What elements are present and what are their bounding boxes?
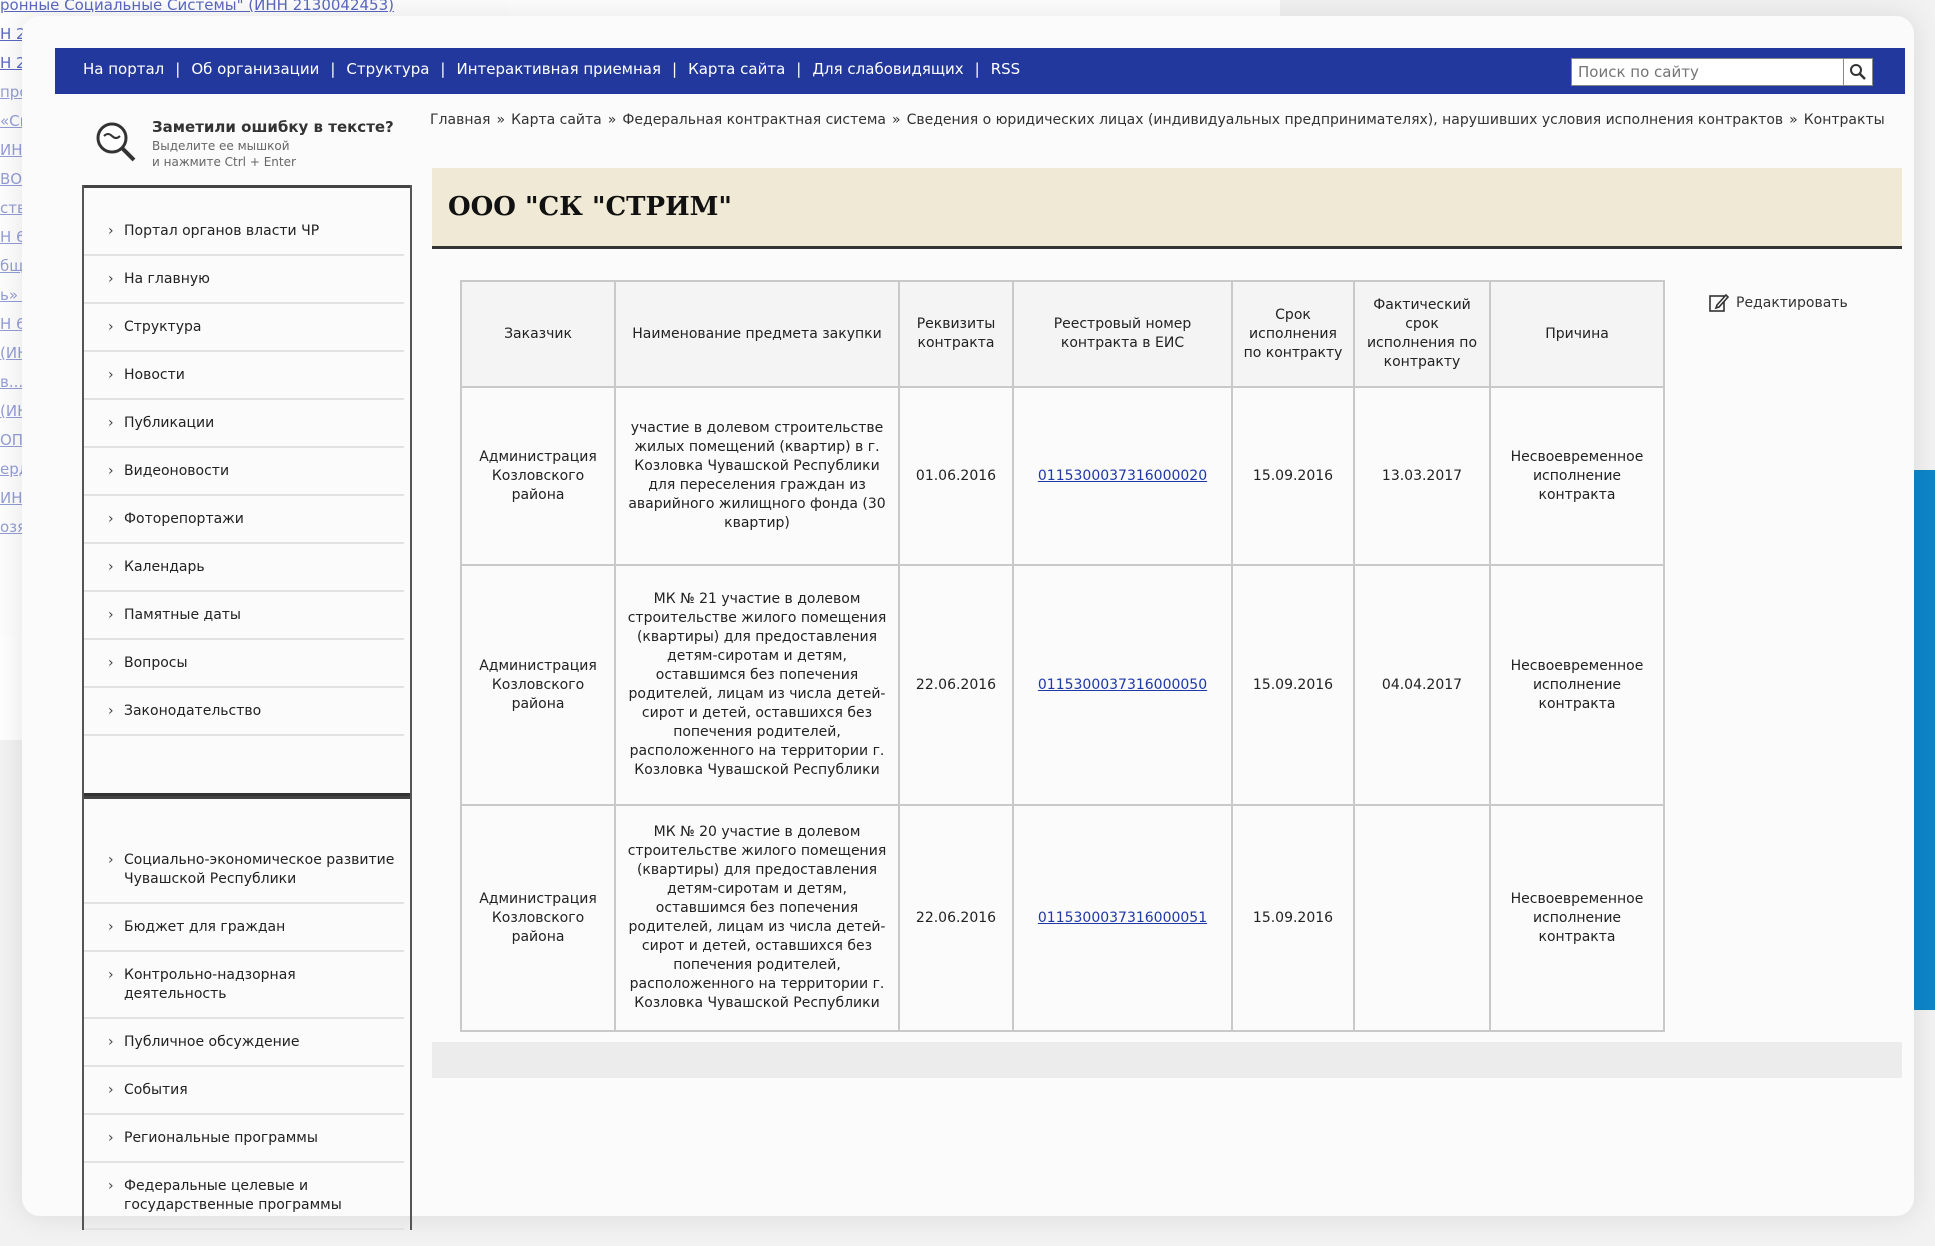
breadcrumb-separator: » xyxy=(1789,112,1798,128)
sidebar: Портал органов власти ЧРНа главнуюСтрукт… xyxy=(82,185,412,1230)
table-cell-reg-number: 0115300037316000050 xyxy=(1012,564,1233,806)
column-header-registry-number: Реестровый номер контракта в ЕИС xyxy=(1012,280,1233,388)
nav-structure[interactable]: Структура xyxy=(346,60,429,78)
edit-label: Редактировать xyxy=(1736,295,1848,311)
table-cell-reason: Несвоевременное исполнение контракта xyxy=(1489,564,1665,806)
sidebar-menu-programs: Социально-экономическое развитие Чувашск… xyxy=(84,796,410,1230)
table-row: Администрация Козловского района МК № 20 … xyxy=(460,804,1665,1032)
nav-portal[interactable]: На портал xyxy=(83,60,164,78)
table-header-row: Заказчик Наименование предмета закупки Р… xyxy=(460,280,1665,388)
typo-notice-text: Выделите ее мышкой и нажмите Ctrl + Ente… xyxy=(152,139,296,169)
background-link: ронные Социальные Системы" (ИНН 21300424… xyxy=(0,0,394,14)
contracts-table: Заказчик Наименование предмета закупки Р… xyxy=(460,280,1665,1032)
registry-number-link[interactable]: 0115300037316000020 xyxy=(1038,468,1207,484)
table-cell-due: 15.09.2016 xyxy=(1231,564,1355,806)
breadcrumb: Главная » Карта сайта » Федеральная контракт… xyxy=(430,110,1900,130)
sidebar-menu-main: Портал органов власти ЧРНа главнуюСтрукт… xyxy=(84,185,410,796)
top-navigation-bar: На портал | Об организации | Структура |… xyxy=(55,48,1905,94)
table-cell-subject: МК № 21 участие в долевом строительстве … xyxy=(614,564,900,806)
breadcrumb-link[interactable]: Контракты xyxy=(1804,112,1885,128)
table-cell-actual: 04.04.2017 xyxy=(1353,564,1491,806)
sidebar-item[interactable]: События xyxy=(84,1067,404,1115)
nav-separator: | xyxy=(796,60,802,78)
typo-notice: Заметили ошибку в тексте? Выделите ее мы… xyxy=(90,118,410,178)
table-cell-due: 15.09.2016 xyxy=(1231,804,1355,1032)
breadcrumb-link[interactable]: Сведения о юридических лицах (индивидуал… xyxy=(907,112,1784,128)
page-title-box: ООО "СК "СТРИМ" xyxy=(432,168,1902,249)
table-row: Администрация Козловского района МК № 21 … xyxy=(460,564,1665,806)
table-cell-subject: участие в долевом строительстве жилых по… xyxy=(614,386,900,566)
content-footer-strip xyxy=(432,1042,1902,1078)
column-header-contract-details: Реквизиты контракта xyxy=(898,280,1014,388)
breadcrumb-separator: » xyxy=(496,112,506,128)
nav-sitemap[interactable]: Карта сайта xyxy=(688,60,785,78)
nav-separator: | xyxy=(175,60,181,78)
nav-reception[interactable]: Интерактивная приемная xyxy=(456,60,661,78)
breadcrumb-separator: » xyxy=(892,112,901,128)
sidebar-item[interactable]: Социально-экономическое развитие Чувашск… xyxy=(84,837,404,904)
table-cell-reason: Несвоевременное исполнение контракта xyxy=(1489,386,1665,566)
column-header-subject: Наименование предмета закупки xyxy=(614,280,900,388)
search-icon xyxy=(1850,64,1866,80)
table-cell-customer: Администрация Козловского района xyxy=(460,804,616,1032)
nav-about[interactable]: Об организации xyxy=(191,60,319,78)
sidebar-item[interactable]: Публикации xyxy=(84,400,404,448)
nav-separator: | xyxy=(330,60,336,78)
search-button[interactable] xyxy=(1843,59,1872,85)
sidebar-item[interactable]: Публичное обсуждение xyxy=(84,1019,404,1067)
sidebar-item[interactable]: Фоторепортажи xyxy=(84,496,404,544)
table-cell-subject: МК № 20 участие в долевом строительстве … xyxy=(614,804,900,1032)
typo-notice-title: Заметили ошибку в тексте? xyxy=(152,118,394,136)
edit-button[interactable]: Редактировать xyxy=(1708,292,1848,314)
nav-rss[interactable]: RSS xyxy=(991,60,1020,78)
search-box xyxy=(1571,58,1873,86)
breadcrumb-separator: » xyxy=(607,112,617,128)
table-row: Администрация Козловского района участие … xyxy=(460,386,1665,566)
nav-separator: | xyxy=(672,60,678,78)
nav-separator: | xyxy=(974,60,980,78)
sidebar-item[interactable]: Видеоновости xyxy=(84,448,404,496)
column-header-customer: Заказчик xyxy=(460,280,616,388)
column-header-actual-date: Фактический срок исполнения по контракту xyxy=(1353,280,1491,388)
page-title: ООО "СК "СТРИМ" xyxy=(448,192,732,222)
edit-pencil-icon xyxy=(1709,293,1730,312)
nav-separator: | xyxy=(440,60,446,78)
sidebar-item[interactable]: Новости xyxy=(84,352,404,400)
column-header-reason: Причина xyxy=(1489,280,1665,388)
sidebar-item[interactable]: Региональные программы xyxy=(84,1115,404,1163)
registry-number-link[interactable]: 0115300037316000051 xyxy=(1038,910,1207,926)
sidebar-item[interactable]: Памятные даты xyxy=(84,592,404,640)
sidebar-item[interactable]: На главную xyxy=(84,256,404,304)
table-cell-date: 01.06.2016 xyxy=(898,386,1014,566)
table-cell-date: 22.06.2016 xyxy=(898,804,1014,1032)
sidebar-item[interactable]: Законодательство xyxy=(84,688,404,736)
nav-accessibility[interactable]: Для слабовидящих xyxy=(812,60,963,78)
table-cell-customer: Администрация Козловского района xyxy=(460,386,616,566)
table-cell-due: 15.09.2016 xyxy=(1231,386,1355,566)
sidebar-item[interactable]: Контрольно-надзорная деятельность xyxy=(84,952,404,1019)
sidebar-item[interactable]: Структура xyxy=(84,304,404,352)
sidebar-item[interactable]: Календарь xyxy=(84,544,404,592)
table-cell-customer: Администрация Козловского района xyxy=(460,564,616,806)
table-cell-reg-number: 0115300037316000020 xyxy=(1012,386,1233,566)
registry-number-link[interactable]: 0115300037316000050 xyxy=(1038,677,1207,693)
breadcrumb-link[interactable]: Карта сайта xyxy=(511,112,602,128)
table-cell-actual xyxy=(1353,804,1491,1032)
column-header-due-date: Срок исполнения по контракту xyxy=(1231,280,1355,388)
table-cell-actual: 13.03.2017 xyxy=(1353,386,1491,566)
top-nav-links: На портал | Об организации | Структура |… xyxy=(83,60,1020,78)
table-cell-date: 22.06.2016 xyxy=(898,564,1014,806)
sidebar-item[interactable]: Вопросы xyxy=(84,640,404,688)
table-cell-reg-number: 0115300037316000051 xyxy=(1012,804,1233,1032)
sidebar-item[interactable]: Бюджет для граждан xyxy=(84,904,404,952)
table-cell-reason: Несвоевременное исполнение контракта xyxy=(1489,804,1665,1032)
breadcrumb-link[interactable]: Главная xyxy=(430,112,490,128)
sidebar-item[interactable]: Портал органов власти ЧР xyxy=(84,208,404,256)
search-input[interactable] xyxy=(1572,60,1840,84)
breadcrumb-link[interactable]: Федеральная контрактная система xyxy=(622,112,886,128)
magnifier-typo-icon xyxy=(96,122,136,162)
sidebar-item[interactable]: Федеральные целевые и государственные пр… xyxy=(84,1163,404,1230)
